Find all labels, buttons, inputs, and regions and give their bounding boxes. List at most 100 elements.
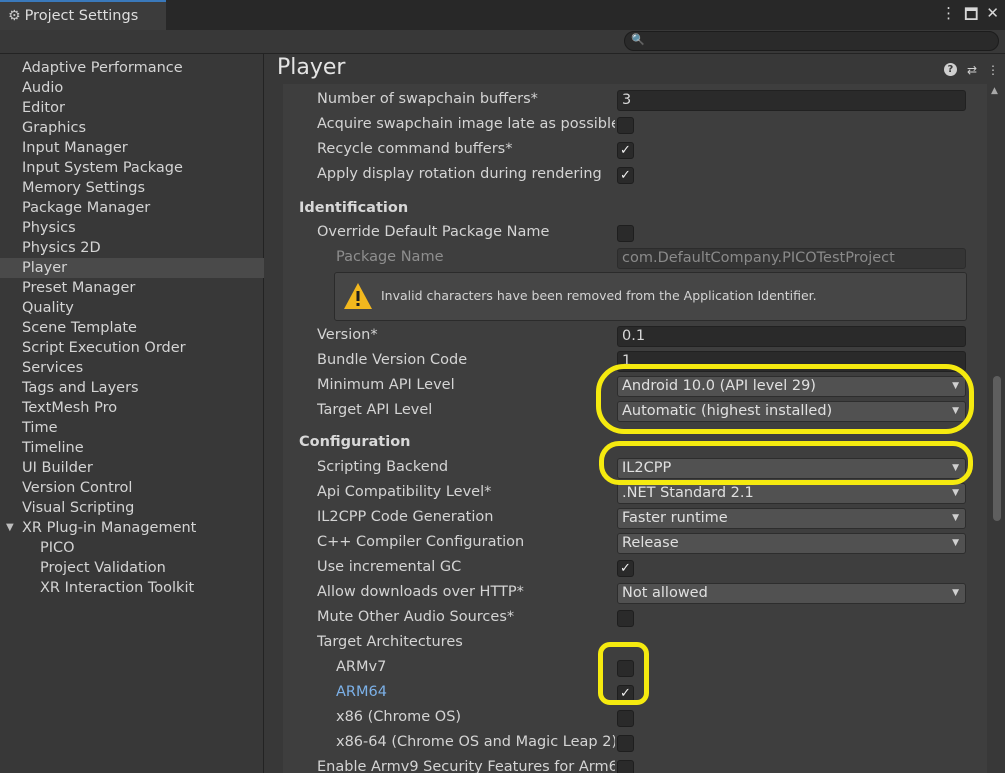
sidebar-item-label: Time	[22, 420, 58, 436]
sidebar-item-input-manager[interactable]: Input Manager	[0, 138, 264, 158]
row-scripting-backend: Scripting Backend IL2CPP ▼	[283, 456, 967, 481]
sidebar-item-physics[interactable]: Physics	[0, 218, 264, 238]
sidebar-item-project-validation[interactable]: Project Validation	[0, 558, 264, 578]
sidebar-item-tags-and-layers[interactable]: Tags and Layers	[0, 378, 264, 398]
sidebar-item-label: Services	[22, 360, 84, 376]
scrollbar-thumb[interactable]	[993, 376, 1001, 521]
expand-arrow-icon[interactable]: ▼	[6, 518, 14, 538]
incremental-gc-label: Use incremental GC	[317, 559, 462, 575]
row-rotation: Apply display rotation during rendering …	[283, 163, 967, 188]
sidebar-item-label: Adaptive Performance	[22, 60, 183, 76]
override-label: Override Default Package Name	[317, 224, 550, 240]
sidebar-item-version-control[interactable]: Version Control	[0, 478, 264, 498]
bundle-field[interactable]: 1	[617, 351, 966, 372]
api-compat-dropdown[interactable]: .NET Standard 2.1 ▼	[617, 483, 966, 504]
il2cpp-codegen-label: IL2CPP Code Generation	[317, 509, 494, 525]
toolbar: 🔍	[0, 30, 1005, 54]
armv9-checkbox[interactable]	[617, 760, 634, 773]
arm64-label: ARM64	[336, 684, 387, 700]
il2cpp-codegen-value: Faster runtime	[622, 510, 728, 526]
close-icon[interactable]: ✕	[986, 4, 999, 29]
chevron-down-icon: ▼	[952, 538, 959, 548]
settings-panel: Player ? ⇄ ⋮ Number of swapchain buffers…	[265, 54, 1005, 773]
downloads-dropdown[interactable]: Not allowed ▼	[617, 583, 966, 604]
title-bar: ⚙ Project Settings ⋮ 🗖 ✕	[0, 0, 1005, 30]
sidebar-item-script-execution-order[interactable]: Script Execution Order	[0, 338, 264, 358]
scrollbar[interactable]: ▲	[988, 84, 1005, 773]
sidebar-item-ui-builder[interactable]: UI Builder	[0, 458, 264, 478]
row-x86: x86 (Chrome OS)	[283, 706, 967, 731]
sidebar-item-label: Input System Package	[22, 160, 183, 176]
search-input[interactable]: 🔍	[624, 31, 999, 51]
configuration-header: Configuration	[299, 434, 411, 450]
downloads-value: Not allowed	[622, 585, 708, 601]
armv7-label: ARMv7	[336, 659, 387, 675]
min-api-dropdown[interactable]: Android 10.0 (API level 29) ▼	[617, 376, 966, 397]
target-api-dropdown[interactable]: Automatic (highest installed) ▼	[617, 401, 966, 422]
help-icon[interactable]: ?	[943, 63, 957, 76]
sidebar-item-pico[interactable]: PICO	[0, 538, 264, 558]
chevron-down-icon: ▼	[952, 406, 959, 416]
row-package-name: Package Name com.DefaultCompany.PICOTest…	[283, 246, 967, 271]
sidebar-item-label: Package Manager	[22, 200, 151, 216]
identification-header: Identification	[299, 200, 409, 216]
sidebar-item-package-manager[interactable]: Package Manager	[0, 198, 264, 218]
sidebar-item-quality[interactable]: Quality	[0, 298, 264, 318]
bundle-label: Bundle Version Code	[317, 352, 468, 368]
sidebar-item-label: Visual Scripting	[22, 500, 135, 516]
version-field[interactable]: 0.1	[617, 326, 966, 347]
sidebar-item-visual-scripting[interactable]: Visual Scripting	[0, 498, 264, 518]
sidebar-item-adaptive-performance[interactable]: Adaptive Performance	[0, 58, 264, 78]
sidebar-item-label: Preset Manager	[22, 280, 136, 296]
row-override: Override Default Package Name	[283, 221, 967, 246]
row-il2cpp-codegen: IL2CPP Code Generation Faster runtime ▼	[283, 506, 967, 531]
acquire-checkbox[interactable]	[617, 117, 634, 134]
row-armv7: ARMv7	[283, 656, 967, 681]
sidebar-item-scene-template[interactable]: Scene Template	[0, 318, 264, 338]
sidebar-item-memory-settings[interactable]: Memory Settings	[0, 178, 264, 198]
override-checkbox[interactable]	[617, 225, 634, 242]
scroll-up-icon[interactable]: ▲	[991, 86, 998, 96]
chevron-down-icon: ▼	[952, 513, 959, 523]
arm64-checkbox[interactable]: ✓	[617, 685, 634, 702]
sidebar-item-textmesh-pro[interactable]: TextMesh Pro	[0, 398, 264, 418]
mute-audio-checkbox[interactable]	[617, 610, 634, 627]
maximize-icon[interactable]: 🗖	[964, 4, 978, 29]
panel-header: Player ? ⇄ ⋮	[265, 54, 1005, 84]
target-arch-label: Target Architectures	[317, 634, 463, 650]
sidebar-item-time[interactable]: Time	[0, 418, 264, 438]
swapchain-field[interactable]: 3	[617, 90, 966, 111]
sidebar-item-timeline[interactable]: Timeline	[0, 438, 264, 458]
scripting-backend-dropdown[interactable]: IL2CPP ▼	[617, 458, 966, 479]
sidebar-item-input-system-package[interactable]: Input System Package	[0, 158, 264, 178]
x86-checkbox[interactable]	[617, 710, 634, 727]
sidebar-item-label: Audio	[22, 80, 64, 96]
sidebar-item-label: PICO	[40, 540, 75, 556]
cpp-compiler-dropdown[interactable]: Release ▼	[617, 533, 966, 554]
il2cpp-codegen-dropdown[interactable]: Faster runtime ▼	[617, 508, 966, 529]
sidebar-item-preset-manager[interactable]: Preset Manager	[0, 278, 264, 298]
sidebar-item-xr-plug-in-management[interactable]: ▼ XR Plug-in Management	[0, 518, 264, 538]
kebab-menu-icon[interactable]: ⋮	[941, 4, 956, 29]
sidebar-item-editor[interactable]: Editor	[0, 98, 264, 118]
target-api-label: Target API Level	[317, 402, 433, 418]
x86-64-checkbox[interactable]	[617, 735, 634, 752]
preset-icon[interactable]: ⇄	[967, 63, 977, 77]
sidebar-item-audio[interactable]: Audio	[0, 78, 264, 98]
sidebar-item-player[interactable]: Player	[0, 258, 264, 278]
row-bundle: Bundle Version Code 1	[283, 349, 967, 374]
sidebar-item-services[interactable]: Services	[0, 358, 264, 378]
chevron-down-icon: ▼	[952, 381, 959, 391]
sidebar-item-physics-2d[interactable]: Physics 2D	[0, 238, 264, 258]
sidebar-item-graphics[interactable]: Graphics	[0, 118, 264, 138]
scripting-backend-label: Scripting Backend	[317, 459, 449, 475]
sidebar-item-label: Quality	[22, 300, 74, 316]
recycle-checkbox[interactable]: ✓	[617, 142, 634, 159]
armv7-checkbox[interactable]	[617, 660, 634, 677]
more-icon[interactable]: ⋮	[987, 63, 999, 77]
rotation-checkbox[interactable]: ✓	[617, 167, 634, 184]
tab-project-settings[interactable]: ⚙ Project Settings	[0, 0, 166, 30]
sidebar-item-label: Graphics	[22, 120, 87, 136]
incremental-gc-checkbox[interactable]: ✓	[617, 560, 634, 577]
sidebar-item-xr-interaction-toolkit[interactable]: XR Interaction Toolkit	[0, 578, 264, 598]
